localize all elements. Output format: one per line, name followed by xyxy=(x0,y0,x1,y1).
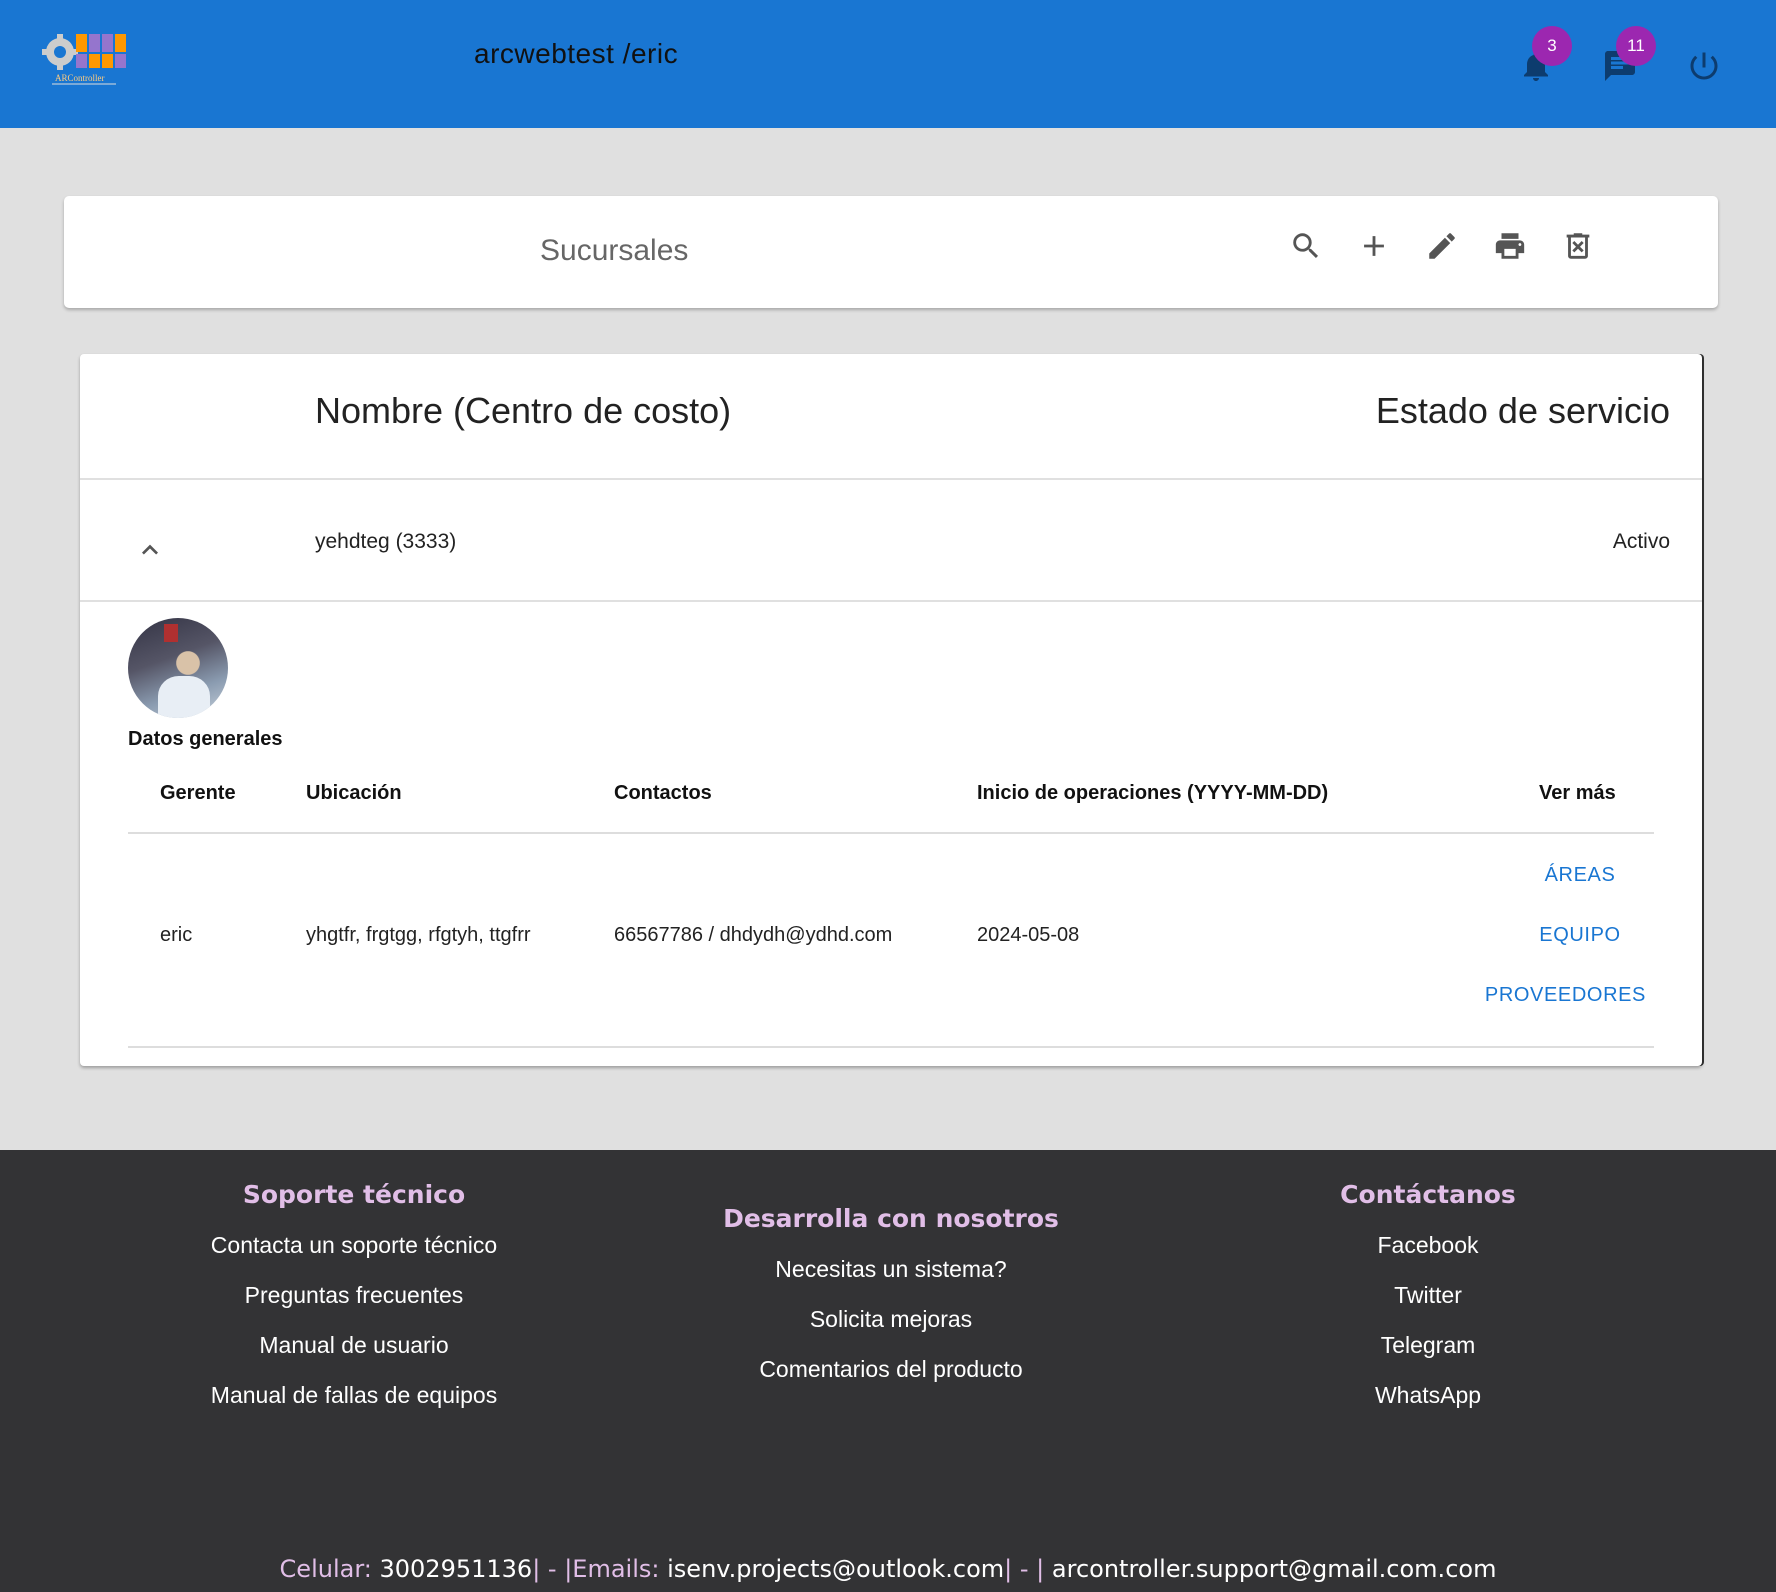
column-header-status: Estado de servicio xyxy=(1375,390,1670,431)
footer-link-whatsapp[interactable]: WhatsApp xyxy=(1178,1382,1678,1409)
footer-link-need-system[interactable]: Necesitas un sistema? xyxy=(641,1256,1141,1283)
branch-name: yehdteg (3333) xyxy=(315,530,457,553)
messages-badge: 11 xyxy=(1616,26,1656,66)
app-title: arcwebtest /eric xyxy=(474,38,679,69)
branches-table: Nombre (Centro de costo) Estado de servi… xyxy=(80,354,1702,1066)
footer-link-request-improvements[interactable]: Solicita mejoras xyxy=(641,1306,1141,1333)
phone-number: 3002951136 xyxy=(379,1555,533,1583)
detail-header-contacts: Contactos xyxy=(614,782,712,804)
detail-start-date: 2024-05-08 xyxy=(977,924,1080,946)
section-title-general-data: Datos generales xyxy=(128,728,283,750)
delete-icon xyxy=(1566,233,1590,259)
detail-location: yhgtfr, frgtgg, rfgtyh, ttgfrr xyxy=(306,924,531,946)
detail-header-see-more: Ver más xyxy=(1539,782,1616,804)
footer-support-column: Soporte técnico Contacta un soporte técn… xyxy=(104,1180,604,1409)
app-bar: ARController arcwebtest /eric 3 11 xyxy=(0,0,1776,128)
chevron-up-icon xyxy=(142,544,158,555)
footer-develop-column: Desarrolla con nosotros Necesitas un sis… xyxy=(641,1204,1141,1383)
emails-label: Emails: xyxy=(572,1555,660,1583)
detail-header-start-date: Inicio de operaciones (YYYY-MM-DD) xyxy=(977,782,1329,804)
phone-label: Celular: xyxy=(279,1555,372,1583)
footer-contact-line: Celular: 3002951136| - |Emails: isenv.pr… xyxy=(0,1555,1776,1583)
separator: | - | xyxy=(532,1555,573,1583)
email-support[interactable]: arcontroller.support@gmail.com.com xyxy=(1052,1555,1497,1583)
footer-link-facebook[interactable]: Facebook xyxy=(1178,1232,1678,1259)
search-icon xyxy=(1293,233,1319,259)
messages-button[interactable]: 11 xyxy=(1596,26,1656,90)
add-button[interactable] xyxy=(1352,224,1396,268)
equipment-link[interactable]: EQUIPO xyxy=(1520,924,1640,947)
footer-link-twitter[interactable]: Twitter xyxy=(1178,1282,1678,1309)
collapse-row-button[interactable] xyxy=(126,526,174,574)
footer-link-failures-manual[interactable]: Manual de fallas de equipos xyxy=(104,1382,604,1409)
column-header-name: Nombre (Centro de costo) xyxy=(315,390,732,431)
detail-manager: eric xyxy=(160,924,193,946)
toolbar-card: Sucursales xyxy=(64,196,1718,308)
notifications-button[interactable]: 3 xyxy=(1512,26,1572,90)
footer-support-title: Soporte técnico xyxy=(242,1180,466,1209)
header-divider xyxy=(80,478,1702,480)
search-button[interactable] xyxy=(1284,224,1328,268)
edit-icon xyxy=(1429,233,1455,259)
detail-header-manager: Gerente xyxy=(160,782,236,804)
footer-link-product-comments[interactable]: Comentarios del producto xyxy=(641,1356,1141,1383)
page-title: Sucursales xyxy=(540,234,689,267)
power-icon xyxy=(1690,52,1718,80)
logo-text: ARController xyxy=(55,73,105,83)
row-divider xyxy=(80,600,1702,602)
footer-develop-title: Desarrolla con nosotros xyxy=(723,1204,1059,1233)
footer: Soporte técnico Contacta un soporte técn… xyxy=(0,1150,1776,1592)
detail-contacts: 66567786 / dhdydh@ydhd.com xyxy=(614,924,893,946)
detail-bottom-divider xyxy=(128,1046,1654,1048)
detail-header-divider xyxy=(128,832,1654,834)
footer-link-faq[interactable]: Preguntas frecuentes xyxy=(104,1282,604,1309)
email-projects[interactable]: isenv.projects@outlook.com xyxy=(667,1555,1004,1583)
detail-header-location: Ubicación xyxy=(306,782,402,804)
notifications-badge: 3 xyxy=(1532,26,1572,66)
print-button[interactable] xyxy=(1488,224,1532,268)
arcontroller-logo[interactable]: ARController xyxy=(40,30,130,96)
delete-button[interactable] xyxy=(1556,224,1600,268)
footer-link-telegram[interactable]: Telegram xyxy=(1178,1332,1678,1359)
footer-link-contact-support[interactable]: Contacta un soporte técnico xyxy=(104,1232,604,1259)
areas-link[interactable]: ÁREAS xyxy=(1520,864,1640,887)
suppliers-link[interactable]: PROVEEDORES xyxy=(1420,984,1646,1007)
branch-status: Activo xyxy=(1612,530,1670,553)
add-icon xyxy=(1364,236,1384,256)
footer-contact-title: Contáctanos xyxy=(1340,1180,1516,1209)
logout-button[interactable] xyxy=(1680,42,1728,90)
avatar xyxy=(128,618,228,718)
footer-link-user-manual[interactable]: Manual de usuario xyxy=(104,1332,604,1359)
separator: | - | xyxy=(1004,1555,1045,1583)
edit-button[interactable] xyxy=(1420,224,1464,268)
footer-contact-column: Contáctanos Facebook Twitter Telegram Wh… xyxy=(1178,1180,1678,1409)
print-icon xyxy=(1495,233,1525,259)
